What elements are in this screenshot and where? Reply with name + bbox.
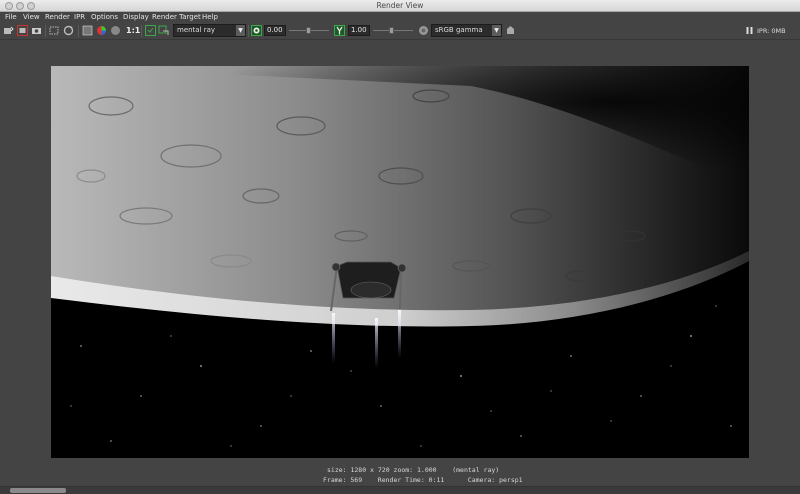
renderer-dropdown[interactable]: mental ray ▼ [173,24,246,37]
save-image-icon[interactable] [505,25,516,36]
menu-file[interactable]: File [5,13,17,21]
exposure-field[interactable]: 0.00 [264,25,286,36]
gamma-slider-thumb[interactable] [389,27,394,34]
real-size-button[interactable]: 1:1 [126,26,140,35]
remove-image-icon[interactable] [158,25,169,36]
render-frame-info: Frame: 569 Render Time: 0:11 Camera: per… [323,476,523,484]
moon-spaceship-render [51,66,749,458]
menu-help[interactable]: Help [202,13,218,21]
rgb-channel-icon[interactable] [82,25,93,36]
exposure-reset-icon[interactable] [251,25,262,36]
chevron-down-icon: ▼ [236,25,245,36]
menu-ipr[interactable]: IPR [74,13,85,21]
gamma-field[interactable]: 1.00 [348,25,370,36]
alpha-channel-icon[interactable] [110,25,121,36]
horizontal-scrollbar[interactable] [0,486,800,494]
color-profile-dropdown[interactable]: sRGB gamma ▼ [431,24,502,37]
redo-render-icon[interactable] [3,25,14,36]
menu-display[interactable]: Display [123,13,149,21]
window-title: Render View [376,1,424,10]
render-toolbar: 1:1 mental ray ▼ 0.00 1.00 sRGB gamma ▼ … [0,22,800,40]
rendered-image[interactable] [51,66,749,458]
color-wheel-icon[interactable] [96,25,107,36]
chevron-down-icon: ▼ [492,25,501,36]
ipr-render-icon[interactable] [17,25,28,36]
keep-image-icon[interactable] [145,25,156,36]
exposure-slider-thumb[interactable] [306,27,311,34]
refresh-ipr-icon[interactable] [63,25,74,36]
render-region-icon[interactable] [49,25,60,36]
window-titlebar: Render View [0,0,800,12]
color-management-icon[interactable] [418,25,429,36]
menu-bar: File View Render IPR Options Display Ren… [0,12,800,22]
snapshot-icon[interactable] [31,25,42,36]
menu-render-target[interactable]: Render Target [152,13,201,21]
gamma-reset-icon[interactable] [334,25,345,36]
render-viewport[interactable] [0,41,800,461]
render-info-panel: size: 1280 x 720 zoom: 1.000 (mental ray… [0,461,800,486]
menu-view[interactable]: View [23,13,40,21]
menu-options[interactable]: Options [91,13,118,21]
pause-ipr-icon[interactable] [746,26,753,35]
menu-render[interactable]: Render [45,13,70,21]
color-profile-value: sRGB gamma [435,26,483,34]
scrollbar-thumb[interactable] [10,488,66,493]
renderer-value: mental ray [177,26,216,34]
ipr-memory-readout: IPR: 0MB [757,27,786,35]
render-size-info: size: 1280 x 720 zoom: 1.000 (mental ray… [327,466,500,474]
